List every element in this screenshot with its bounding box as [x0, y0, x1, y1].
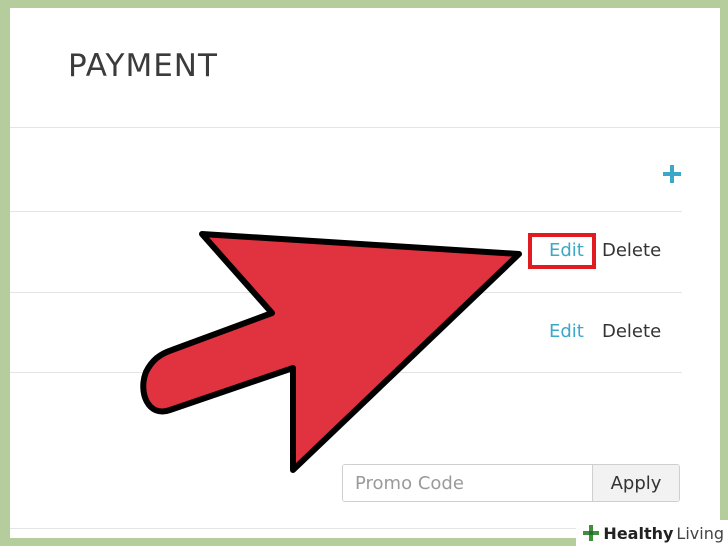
watermark-brand-suffix: Living [676, 523, 724, 543]
delete-link[interactable]: Delete [602, 240, 661, 261]
delete-link[interactable]: Delete [602, 321, 661, 342]
screenshot-frame: PAYMENT Edit Delete Edit Delete Apply [0, 0, 728, 546]
row-divider [10, 372, 682, 373]
watermark: Healthy Living [576, 520, 728, 546]
plus-icon [663, 165, 681, 183]
edit-link[interactable]: Edit [549, 321, 584, 342]
row-divider [10, 211, 682, 212]
payment-panel: PAYMENT Edit Delete Edit Delete Apply [10, 8, 720, 538]
add-payment-button[interactable] [661, 163, 683, 185]
header-divider [10, 127, 720, 128]
page-title: PAYMENT [68, 48, 218, 84]
promo-code-form: Apply [342, 464, 680, 502]
row-divider [10, 292, 682, 293]
cross-logo-icon [583, 525, 600, 541]
apply-button[interactable]: Apply [592, 465, 679, 501]
watermark-brand: Healthy [603, 523, 674, 543]
promo-code-input[interactable] [343, 465, 592, 501]
edit-highlight-box [528, 233, 596, 269]
